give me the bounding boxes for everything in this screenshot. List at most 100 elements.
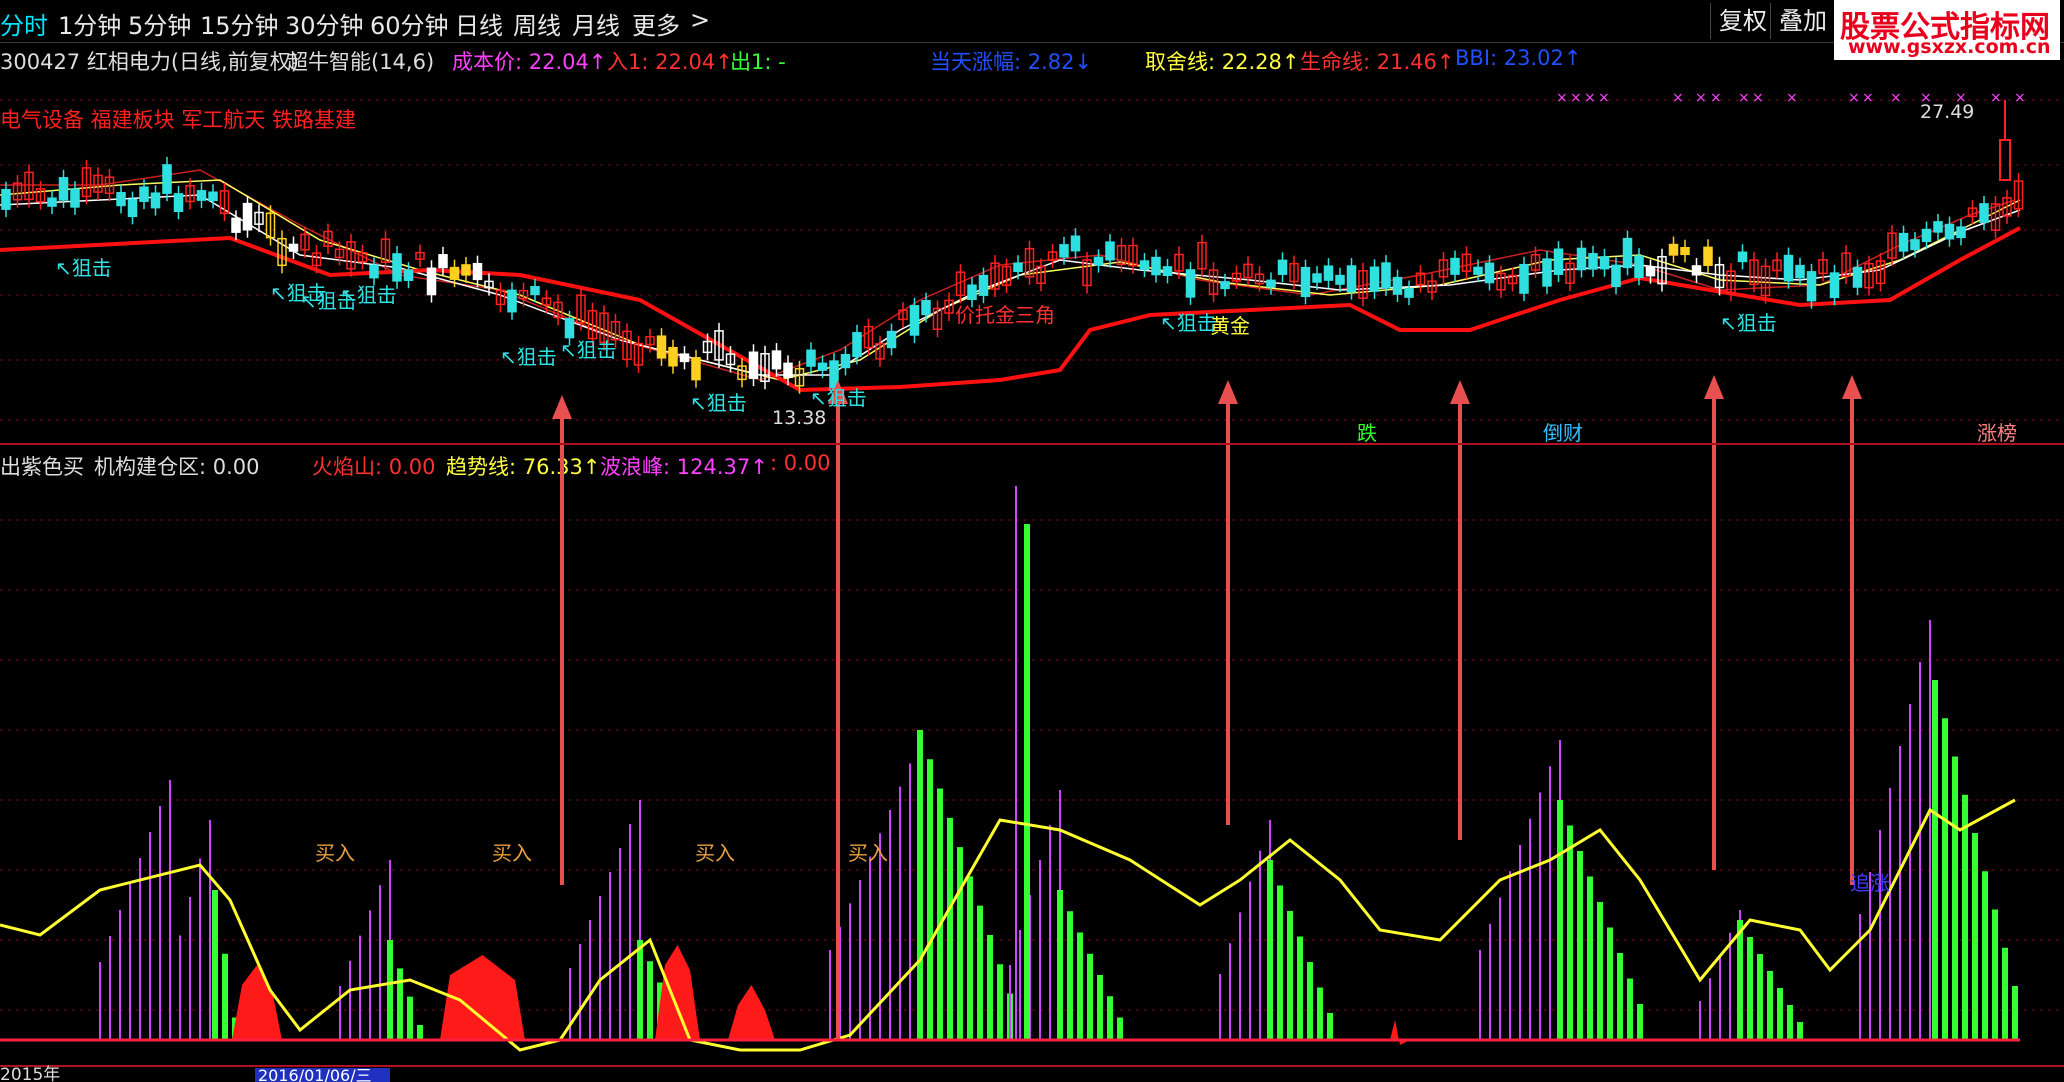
- candle-body: [1059, 244, 1069, 258]
- up-arrow-head: [1450, 380, 1470, 404]
- x-marker: ×: [1598, 90, 1610, 106]
- candle-body: [1519, 263, 1529, 294]
- candle-body: [1070, 235, 1081, 252]
- x-marker: ×: [1710, 90, 1722, 106]
- x-marker: ×: [1786, 90, 1798, 106]
- sniper-label: ↖狙击: [690, 391, 747, 415]
- candle-body: [139, 186, 149, 202]
- candle-body: [978, 274, 989, 296]
- candle-body: [1, 188, 11, 210]
- candle-body: [771, 350, 782, 370]
- candle-body: [472, 262, 483, 281]
- x-marker: ×: [1556, 90, 1568, 106]
- candle-body: [1185, 269, 1196, 298]
- candle-body: [1634, 255, 1644, 279]
- x-marker: ×: [1955, 90, 1967, 106]
- chase-label: 追涨: [1850, 871, 1890, 895]
- candle-body: [806, 349, 816, 367]
- candle-body: [1542, 258, 1552, 287]
- candle-body: [1323, 265, 1334, 281]
- candle-body: [196, 190, 207, 201]
- x-marker: ×: [1990, 90, 2002, 106]
- candle-body: [1392, 276, 1403, 295]
- candle-body: [564, 318, 575, 339]
- candle-body: [449, 266, 460, 280]
- candle-body: [1335, 274, 1345, 285]
- up-arrow-head: [1218, 380, 1238, 404]
- date-start: 2015年: [0, 1065, 60, 1082]
- candle-body: [1599, 256, 1610, 270]
- x-marker: ×: [1752, 90, 1764, 106]
- candle-body: [668, 346, 678, 367]
- tag-fortune: 倒财: [1543, 421, 1583, 445]
- candle-body: [1013, 262, 1023, 273]
- candle-body: [173, 193, 184, 212]
- candle-body: [1139, 260, 1150, 271]
- candle-body: [1737, 251, 1748, 263]
- sniper-label: ↖狙击: [810, 386, 867, 410]
- candle-body: [1898, 232, 1909, 252]
- candle-body: [507, 289, 517, 313]
- candle-body: [1783, 254, 1794, 282]
- candle-body: [1220, 281, 1230, 290]
- candle-body: [1588, 253, 1598, 270]
- candle-body: [886, 330, 897, 349]
- candle-body: [403, 269, 414, 281]
- candle-body: [1852, 266, 1863, 288]
- candle-body: [1553, 248, 1564, 275]
- candle-body: [1381, 262, 1391, 289]
- kline-chart[interactable]: 27.49 13.38 黄金 价托金三角 跌 倒财 涨榜 追涨 买入 买入 买入…: [0, 0, 2064, 1082]
- sniper-label: ↖狙击: [560, 338, 617, 362]
- sniper-label: ↖狙击: [55, 256, 112, 280]
- candle-body: [1105, 241, 1115, 261]
- candle-body: [783, 362, 793, 379]
- candlesticks: [1, 100, 2024, 396]
- x-marker: ×: [1738, 90, 1750, 106]
- candle-body: [426, 267, 437, 296]
- candle-body: [817, 362, 828, 371]
- candle-body: [840, 354, 851, 369]
- x-marker: ×: [2014, 90, 2026, 106]
- candle-body: [1680, 247, 1690, 256]
- candle-body: [242, 202, 253, 231]
- candle-body: [1668, 243, 1679, 256]
- candle-body: [1266, 279, 1276, 288]
- candle-body: [1404, 287, 1414, 298]
- candle-body: [1933, 221, 1943, 233]
- selected-date: 2016/01/06/三: [258, 1066, 372, 1082]
- fire-mountain: [728, 985, 775, 1040]
- candle-body: [1829, 272, 1840, 299]
- x-marker: ×: [1848, 90, 1860, 106]
- candle-body: [150, 192, 161, 209]
- up-arrow-head: [1842, 375, 1862, 399]
- sub-chart-bars: [99, 486, 2018, 1040]
- x-marker: ×: [1920, 90, 1932, 106]
- candle-body: [1484, 262, 1495, 284]
- tag-down: 跌: [1357, 421, 1377, 445]
- buy-label-3: 买入: [695, 841, 735, 865]
- candle-body: [656, 335, 667, 359]
- sniper-label: ↖狙击: [1160, 311, 1217, 335]
- candle-body: [1956, 226, 1966, 239]
- ma-long: [0, 169, 2016, 381]
- candle-body: [1151, 256, 1161, 276]
- candle-body: [392, 253, 402, 282]
- candle-body: [1645, 266, 1656, 277]
- candle-body: [162, 164, 172, 194]
- candle-body: [967, 284, 977, 301]
- candle-body: [1944, 223, 1955, 240]
- candle-body: [369, 264, 379, 279]
- candle-body: [1806, 271, 1817, 302]
- candle-body: [1795, 264, 1805, 279]
- candle-body: [1369, 266, 1380, 292]
- x-marker: ×: [1672, 90, 1684, 106]
- candle-body: [127, 198, 138, 218]
- candle-body: [1921, 228, 1932, 243]
- candle-body: [1346, 265, 1357, 293]
- candle-body: [1300, 266, 1311, 298]
- candle-body: [438, 254, 448, 269]
- candle-body: [679, 353, 690, 363]
- candle-body: [1979, 203, 1989, 223]
- candle-body: [1622, 237, 1633, 269]
- candle-body: [231, 217, 241, 233]
